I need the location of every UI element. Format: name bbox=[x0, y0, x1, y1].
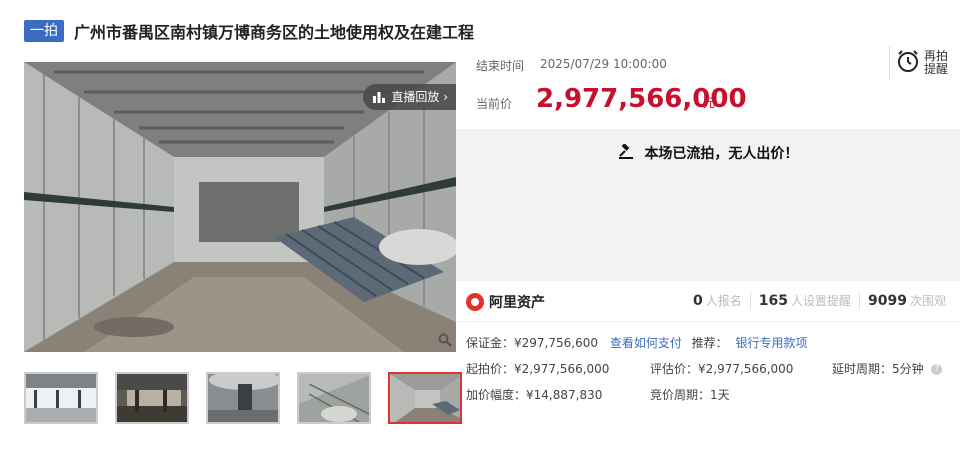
current-price-unit: 元 bbox=[703, 96, 716, 110]
live-replay-label: 直播回放 › bbox=[391, 90, 448, 104]
current-price-label: 当前价 bbox=[476, 97, 513, 111]
auction-status-text: 本场已流拍，无人出价！ bbox=[644, 146, 799, 162]
views-count: 9099 bbox=[868, 292, 907, 309]
thumbnail-3[interactable] bbox=[206, 372, 280, 424]
end-time-label: 结束时间 bbox=[476, 59, 525, 73]
views-label: 次围观 bbox=[909, 294, 946, 308]
bank-special-funds-link[interactable]: 银行专用款项 bbox=[736, 336, 808, 350]
thumbnail-1[interactable] bbox=[24, 372, 98, 424]
start-price: 起拍价：¥2,977,566,000 bbox=[466, 362, 610, 376]
end-time-value: 2025/07/29 10:00:00 bbox=[540, 57, 667, 71]
alarm-clock-icon bbox=[896, 49, 920, 77]
question-icon[interactable]: ? bbox=[931, 364, 943, 375]
deposit-row: 保证金：¥297,756,600 查看如何支付 推荐： 银行专用款项 bbox=[466, 334, 808, 351]
auction-status: 本场已流拍，无人出价！ bbox=[456, 143, 960, 164]
bar-chart-icon bbox=[373, 91, 386, 103]
gavel-icon bbox=[618, 143, 634, 164]
signups-label: 人报名 bbox=[705, 294, 742, 308]
appraisal-price: 评估价：¥2,977,566,000 bbox=[650, 362, 794, 376]
page-title: 广州市番禺区南村镇万博商务区的土地使用权及在建工程 bbox=[74, 23, 475, 42]
platform-name: 阿里资产 bbox=[489, 295, 545, 311]
remind-label: 再拍提醒 bbox=[924, 49, 949, 76]
thumbnail-5-active[interactable] bbox=[388, 372, 462, 424]
title-row: 一拍 广州市番禺区南村镇万博商务区的土地使用权及在建工程 bbox=[24, 18, 474, 44]
recommend-label: 推荐： bbox=[691, 336, 728, 350]
reminders-label: 人设置提醒 bbox=[791, 294, 852, 308]
alibaba-assets-logo[interactable]: 阿里资产 bbox=[466, 292, 545, 312]
delay-period-text: 延时周期：5分钟 bbox=[832, 362, 924, 376]
live-replay-button[interactable]: 直播回放 › bbox=[363, 84, 456, 110]
divider bbox=[749, 292, 751, 309]
delay-period: 延时周期：5分钟 ? bbox=[832, 360, 943, 377]
auction-round-badge: 一拍 bbox=[24, 20, 64, 42]
reminders-count: 165 bbox=[758, 292, 788, 309]
thumbnail-strip bbox=[24, 372, 462, 424]
thumbnail-2[interactable] bbox=[115, 372, 189, 424]
auction-stats: 0 人报名 165 人设置提醒 9099 次围观 bbox=[693, 292, 946, 309]
bid-period: 竞价周期：1天 bbox=[650, 388, 730, 402]
main-photo[interactable]: 直播回放 › bbox=[24, 62, 456, 352]
how-to-pay-link[interactable]: 查看如何支付 bbox=[610, 336, 682, 350]
signups-count: 0 bbox=[693, 292, 703, 309]
divider bbox=[859, 292, 861, 309]
thumbnail-4[interactable] bbox=[297, 372, 371, 424]
magnifier-icon[interactable] bbox=[438, 333, 456, 351]
deposit-value: 保证金：¥297,756,600 bbox=[466, 336, 598, 350]
remind-button[interactable]: 再拍提醒 bbox=[889, 46, 950, 80]
bid-increment: 加价幅度：¥14,887,830 bbox=[466, 388, 603, 402]
alibaba-assets-icon bbox=[466, 293, 484, 311]
